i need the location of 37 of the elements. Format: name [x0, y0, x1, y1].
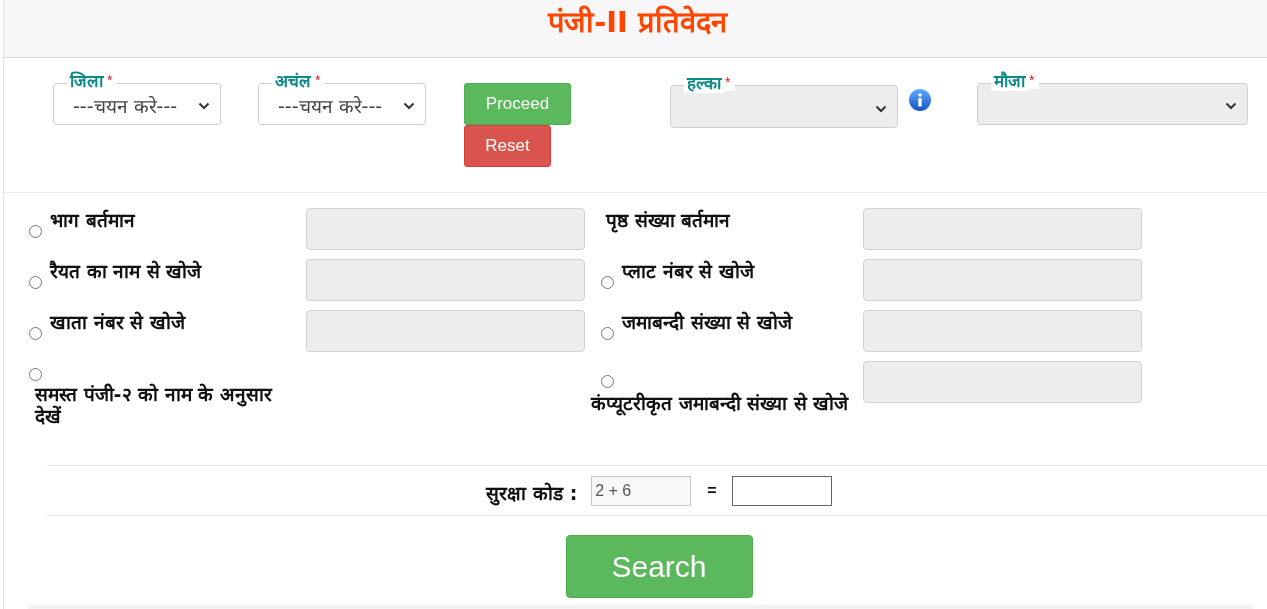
- radio-button[interactable]: [29, 327, 42, 340]
- field-label: अचंल: [272, 71, 314, 91]
- chevron-down-icon: [875, 104, 887, 113]
- text-input-field[interactable]: [306, 208, 585, 250]
- chevron-down-icon: [1225, 102, 1237, 110]
- reset-button[interactable]: Reset: [464, 125, 551, 167]
- radio-button[interactable]: [29, 225, 42, 238]
- page-title: पंजी-II प्रतिवेदन: [548, 4, 727, 41]
- radio-button[interactable]: [29, 368, 42, 381]
- radio-button[interactable]: [601, 276, 614, 289]
- text-input-field[interactable]: [863, 259, 1142, 301]
- search-button[interactable]: Search: [565, 535, 753, 598]
- option-label: जमाबन्दी संख्या से खोजे: [622, 311, 792, 333]
- text-input-field[interactable]: [306, 310, 585, 352]
- answer-input[interactable]: [731, 475, 832, 506]
- text-input-field[interactable]: [863, 361, 1142, 403]
- text-input-field[interactable]: [863, 310, 1142, 352]
- option-label: खाता नंबर से खोजे: [50, 311, 185, 333]
- chevron-down-icon: [403, 102, 415, 110]
- option-label: कंप्यूटरीकृत जमाबन्दी संख्या से खोजे: [591, 392, 849, 414]
- proceed-button[interactable]: Proceed: [464, 83, 571, 125]
- option-label: रैयत का नाम से खोजे: [50, 260, 202, 282]
- chevron-down-icon: [198, 102, 210, 110]
- option-label: समस्त पंजी-२ को नाम के अनुसार देखें: [35, 383, 274, 427]
- equals-sign: =: [707, 481, 717, 500]
- radio-button[interactable]: [601, 375, 614, 388]
- text-input-field[interactable]: [863, 208, 1142, 250]
- radio-button[interactable]: [29, 276, 42, 289]
- text-input-field[interactable]: [306, 259, 585, 301]
- radio-button[interactable]: [601, 327, 614, 340]
- option-label: भाग बर्तमान: [50, 209, 135, 231]
- option-label: पृष्ठ संख्या बर्तमान: [606, 209, 731, 231]
- field-label: मौजा: [991, 71, 1028, 91]
- security-code-label: सुरक्षा कोड :: [486, 480, 578, 506]
- field-label: जिला: [67, 71, 106, 91]
- option-label: प्लाट नंबर से खोजे: [622, 260, 754, 282]
- captcha-field: 2 + 6: [591, 475, 692, 506]
